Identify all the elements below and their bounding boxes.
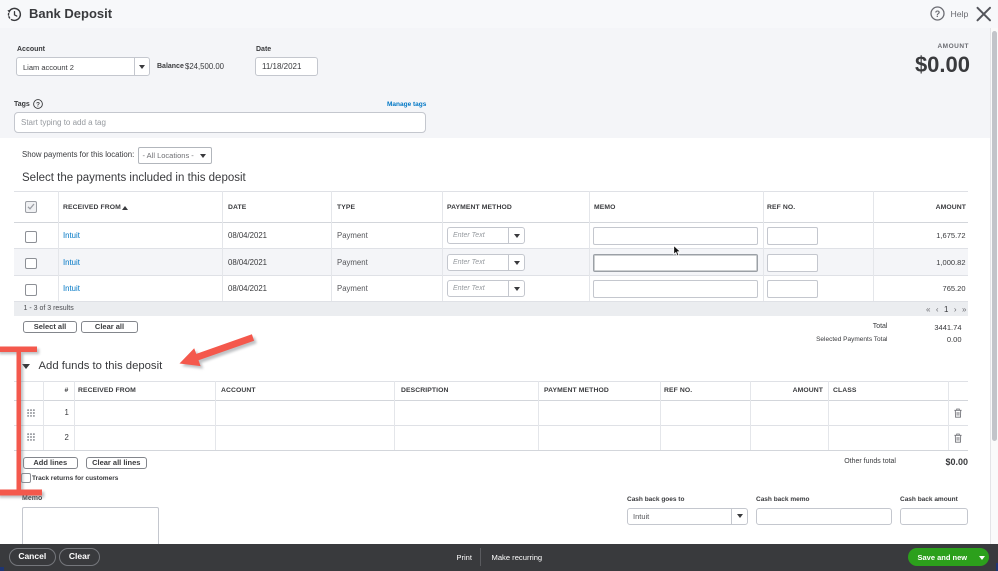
svg-text:?: ? [36,101,40,108]
svg-text:?: ? [935,9,941,19]
